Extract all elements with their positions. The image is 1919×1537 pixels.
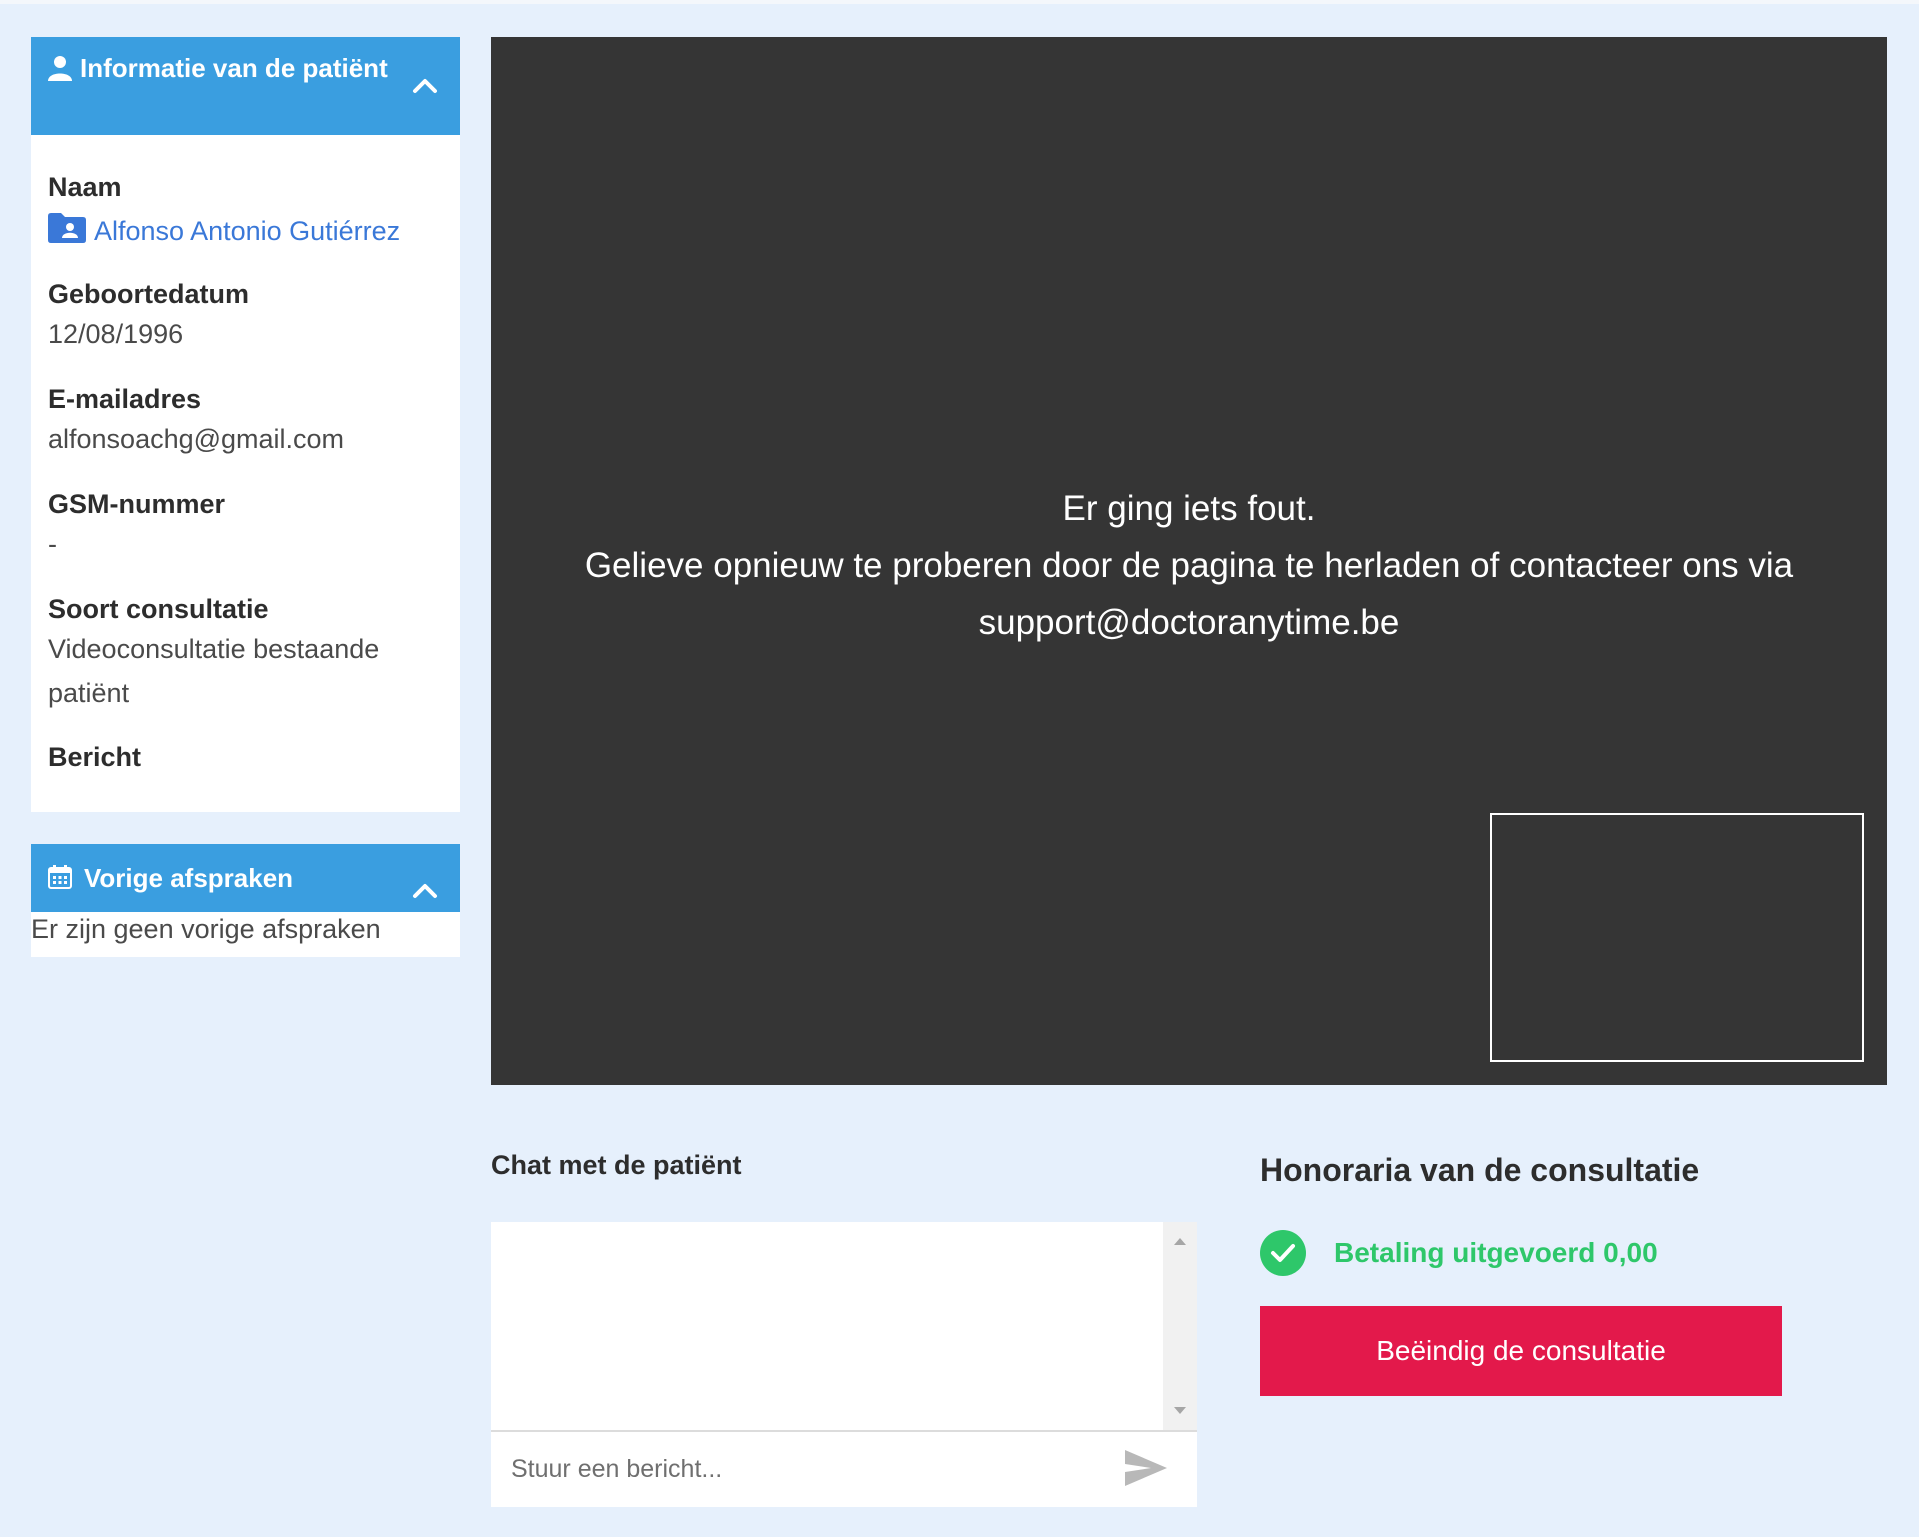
patient-info-title: Informatie van de patiënt [80, 53, 388, 83]
scroll-up-arrow-icon[interactable] [1174, 1238, 1186, 1245]
video-area: Er ging iets fout. Gelieve opnieuw te pr… [491, 37, 1887, 1085]
previous-appointments-panel: Vorige afspraken Er zijn geen vorige afs… [31, 844, 460, 957]
send-button[interactable] [1121, 1448, 1171, 1492]
payment-status-text: Betaling uitgevoerd 0,00 [1334, 1237, 1658, 1268]
chevron-up-icon[interactable] [410, 863, 440, 898]
patient-name: Alfonso Antonio Gutiérrez [94, 216, 401, 246]
chat-message-input[interactable] [491, 1432, 1121, 1507]
error-line-3: support@doctoranytime.be [978, 603, 1400, 642]
email-value: alfonsoachg@gmail.com [48, 424, 345, 454]
patient-info-header[interactable]: Informatie van de patiënt [31, 37, 460, 135]
no-previous-appointments-text: Er zijn geen vorige afspraken [31, 914, 381, 944]
dob-value: 12/08/1996 [48, 319, 184, 349]
patient-name-link[interactable]: Alfonso Antonio Gutiérrez [48, 213, 400, 250]
check-circle-icon [1260, 1230, 1306, 1276]
previous-appointments-title: Vorige afspraken [84, 863, 294, 893]
calendar-icon [48, 846, 72, 914]
self-view-video [1490, 813, 1864, 1062]
consult-type-label: Soort consultatie [48, 594, 269, 624]
user-icon [48, 55, 72, 87]
scroll-down-arrow-icon[interactable] [1174, 1407, 1186, 1414]
previous-appointments-header[interactable]: Vorige afspraken [31, 844, 460, 912]
chat-scrollbar[interactable] [1163, 1222, 1197, 1430]
consult-type-value-line1: Videoconsultatie bestaande [48, 634, 380, 664]
consult-type-value-line2: patiënt [48, 678, 130, 708]
chat-messages[interactable] [491, 1222, 1197, 1430]
email-label: E-mailadres [48, 384, 202, 414]
chat-box [491, 1222, 1197, 1507]
error-line-1: Er ging iets fout. [1062, 489, 1316, 528]
message-label: Bericht [48, 742, 142, 772]
error-line-2: Gelieve opnieuw te proberen door de pagi… [584, 546, 1794, 585]
phone-value: - [48, 529, 57, 559]
send-icon [1123, 1448, 1169, 1493]
payment-status: Betaling uitgevoerd 0,00 [1260, 1230, 1658, 1276]
consultation-fees-title: Honoraria van de consultatie [1260, 1152, 1700, 1188]
end-consultation-button[interactable]: Beëindig de consultatie [1260, 1306, 1782, 1396]
video-error-message: Er ging iets fout. Gelieve opnieuw te pr… [491, 480, 1887, 651]
phone-label: GSM-nummer [48, 489, 226, 519]
dob-label: Geboortedatum [48, 279, 250, 309]
chevron-up-icon[interactable] [410, 71, 440, 101]
folder-user-icon [48, 213, 94, 250]
patient-info-panel: Informatie van de patiënt Naam Alfonso A… [31, 37, 460, 812]
chat-title: Chat met de patiënt [491, 1150, 742, 1180]
name-label: Naam [48, 172, 122, 202]
top-strip [0, 0, 1919, 4]
